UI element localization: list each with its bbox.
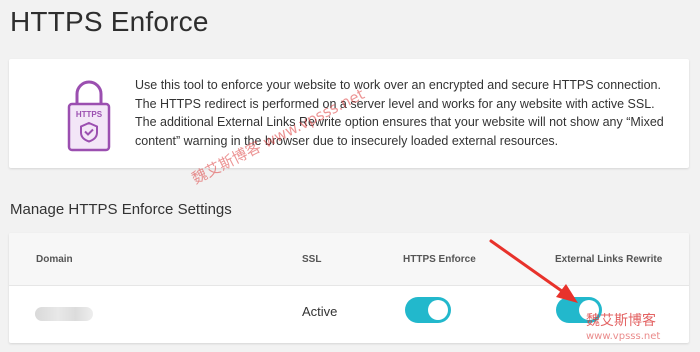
toggle-knob — [428, 300, 448, 320]
section-heading: Manage HTTPS Enforce Settings — [10, 201, 232, 218]
https-enforce-toggle[interactable] — [405, 297, 451, 323]
domain-name-blurred — [35, 307, 93, 321]
table-header: Domain SSL HTTPS Enforce External Links … — [9, 233, 689, 286]
lock-icon-label: HTTPS — [76, 110, 103, 119]
info-line-4: content” warning in the browser due to i… — [135, 133, 559, 148]
info-card: HTTPS Use this tool to enforce your webs… — [9, 59, 689, 168]
info-line-1: Use this tool to enforce your website to… — [135, 78, 661, 92]
table-row: Active — [9, 286, 689, 343]
page-title: HTTPS Enforce — [10, 6, 209, 37]
info-line-2: The HTTPS redirect is performed on a ser… — [135, 96, 655, 111]
settings-card: Domain SSL HTTPS Enforce External Links … — [9, 233, 689, 343]
external-links-rewrite-toggle[interactable] — [556, 297, 602, 323]
column-header-external-links: External Links Rewrite — [555, 254, 663, 265]
lock-icon: HTTPS — [67, 76, 111, 154]
toggle-knob — [579, 300, 599, 320]
column-header-ssl: SSL — [302, 254, 322, 265]
column-header-https-enforce: HTTPS Enforce — [403, 254, 476, 265]
column-header-domain: Domain — [36, 254, 73, 265]
info-description: Use this tool to enforce your website to… — [135, 76, 675, 150]
info-line-3: The additional External Links Rewrite op… — [135, 115, 664, 129]
ssl-status: Active — [302, 304, 338, 319]
